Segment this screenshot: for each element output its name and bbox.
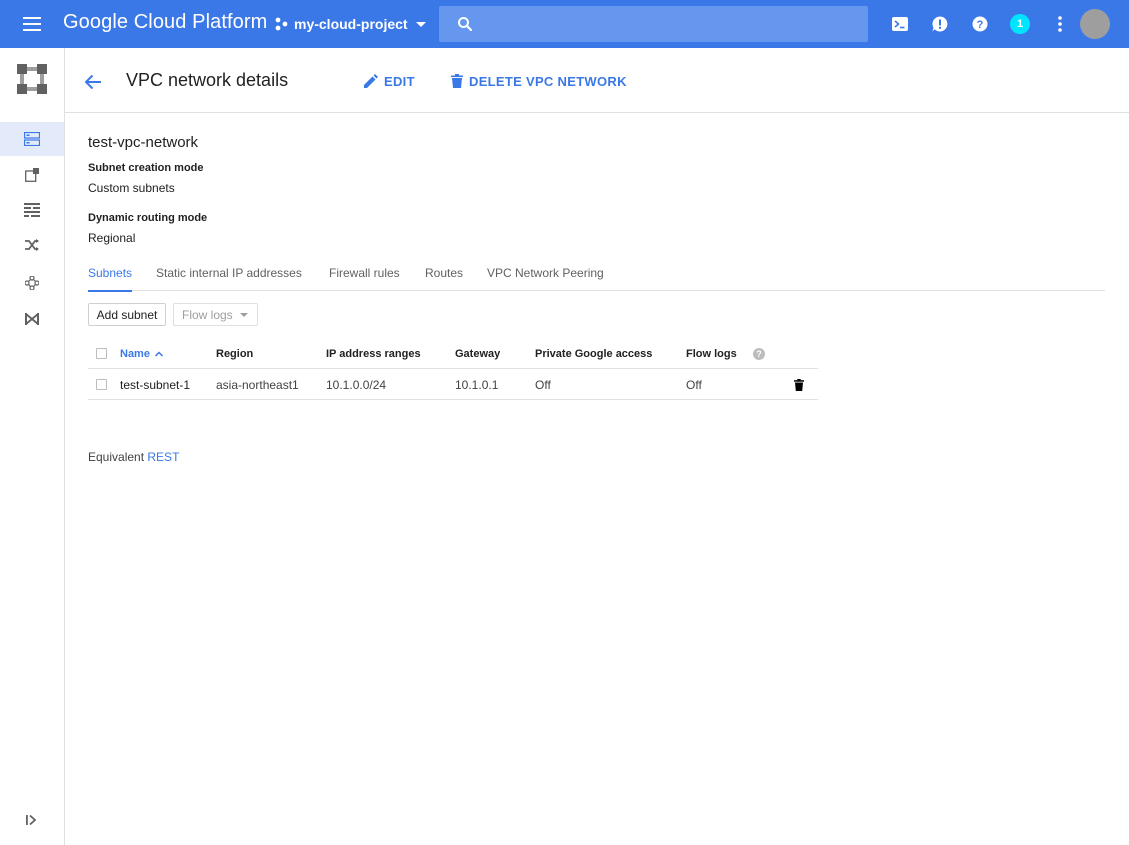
row-select-cell	[96, 369, 107, 400]
menu-icon[interactable]	[14, 12, 50, 36]
delete-trash-icon	[794, 378, 804, 391]
feedback-icon[interactable]	[928, 12, 952, 36]
equivalent-label: Equivalent	[88, 450, 145, 464]
more-vert-icon[interactable]	[1048, 12, 1072, 36]
flow-logs-label: Flow logs	[182, 307, 233, 322]
notifications-button[interactable]: 1	[1008, 12, 1032, 36]
edit-button[interactable]: EDIT	[364, 72, 415, 90]
external-ip-icon[interactable]	[0, 158, 64, 192]
avatar[interactable]	[1080, 9, 1110, 39]
subnet-gateway: 10.1.0.1	[455, 377, 499, 392]
page-header: VPC network details EDIT DELETE VPC NETW…	[65, 48, 1129, 113]
subnet-name-link[interactable]: test-subnet-1	[120, 369, 190, 400]
help-icon-cell: ?	[753, 338, 765, 369]
subnet-mode-value: Custom subnets	[88, 181, 175, 195]
row-checkbox[interactable]	[96, 379, 107, 390]
equivalent-rest: Equivalent REST	[88, 450, 179, 464]
subnet-region: asia-northeast1	[216, 377, 299, 392]
table-header-row: Name Region IP address ranges Gateway Pr…	[88, 338, 818, 369]
svg-text:?: ?	[977, 19, 984, 31]
column-header-flow-logs[interactable]: Flow logs	[686, 338, 737, 369]
flow-logs-dropdown: Flow logs	[173, 303, 258, 326]
tab-routes[interactable]: Routes	[425, 266, 463, 291]
project-name: my-cloud-project	[294, 16, 408, 32]
select-all-cell	[96, 338, 107, 369]
subnet-flow-logs: Off	[686, 377, 702, 392]
vpc-product-logo-icon	[17, 64, 47, 94]
routing-mode-value: Regional	[88, 231, 136, 245]
tab-firewall-rules[interactable]: Firewall rules	[329, 266, 400, 291]
routes-icon[interactable]	[0, 228, 64, 262]
rest-link[interactable]: REST	[147, 450, 179, 464]
search-input[interactable]	[439, 6, 868, 42]
routing-mode-label: Dynamic routing mode	[88, 212, 208, 224]
cloud-shell-icon[interactable]	[888, 12, 912, 36]
delete-subnet-button[interactable]	[794, 369, 804, 400]
column-header-name[interactable]: Name	[120, 338, 164, 369]
brand-title[interactable]: Google Cloud Platform	[63, 11, 267, 34]
delete-label: DELETE VPC NETWORK	[469, 73, 627, 89]
left-nav-rail	[0, 48, 65, 845]
subnet-mode-label: Subnet creation mode	[88, 162, 204, 174]
table-row: test-subnet-1 asia-northeast1 10.1.0.0/2…	[88, 369, 818, 400]
notification-count-badge: 1	[1010, 14, 1030, 34]
help-icon[interactable]: ?	[968, 12, 992, 36]
top-app-bar: Google Cloud Platform my-cloud-project ?…	[0, 0, 1129, 48]
column-header-region[interactable]: Region	[216, 338, 253, 369]
tab-vpc-network-peering[interactable]: VPC Network Peering	[487, 266, 604, 291]
project-selector[interactable]: my-cloud-project	[274, 12, 426, 36]
select-all-checkbox[interactable]	[96, 348, 107, 359]
subnets-table: Name Region IP address ranges Gateway Pr…	[88, 338, 818, 400]
chevron-down-icon	[240, 313, 248, 317]
subnet-private-access: Off	[535, 377, 551, 392]
add-subnet-button[interactable]: Add subnet	[88, 303, 166, 326]
chevron-down-icon	[415, 21, 426, 27]
edit-pencil-icon	[364, 74, 378, 88]
edit-label: EDIT	[384, 73, 415, 89]
expand-rail-icon[interactable]	[22, 810, 42, 830]
tab-bar: Subnets Static internal IP addresses Fir…	[88, 266, 1105, 292]
search-icon	[458, 17, 473, 32]
tab-static-internal-ip[interactable]: Static internal IP addresses	[156, 266, 302, 291]
delete-trash-icon	[451, 74, 463, 88]
firewall-icon[interactable]	[0, 193, 64, 227]
peering-icon[interactable]	[0, 266, 64, 300]
vpc-networks-icon[interactable]	[0, 122, 64, 156]
column-header-ip-ranges[interactable]: IP address ranges	[326, 338, 421, 369]
back-arrow-icon[interactable]	[81, 70, 105, 94]
shared-vpc-icon[interactable]	[0, 302, 64, 336]
delete-vpc-network-button[interactable]: DELETE VPC NETWORK	[451, 72, 627, 90]
column-header-private-google-access[interactable]: Private Google access	[535, 338, 652, 369]
subnet-ip-range: 10.1.0.0/24	[326, 377, 387, 392]
tab-subnets[interactable]: Subnets	[88, 266, 133, 292]
project-icon	[275, 17, 288, 31]
page-title: VPC network details	[126, 70, 289, 90]
column-header-name-label: Name	[120, 347, 150, 360]
sort-ascending-icon	[154, 350, 163, 357]
network-name: test-vpc-network	[88, 134, 199, 151]
column-header-gateway[interactable]: Gateway	[455, 338, 500, 369]
help-icon[interactable]: ?	[753, 347, 765, 360]
